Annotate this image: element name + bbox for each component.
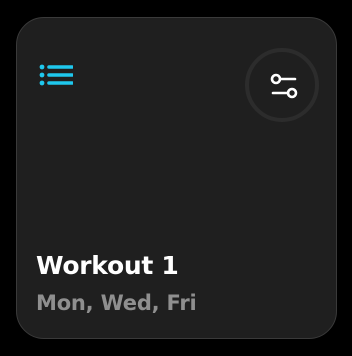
list-icon[interactable]	[39, 64, 74, 92]
sliders-icon	[270, 73, 298, 99]
workout-title: Workout 1	[36, 251, 179, 280]
workout-card[interactable]: Workout 1 Mon, Wed, Fri	[16, 17, 337, 339]
workout-schedule: Mon, Wed, Fri	[36, 291, 197, 315]
filter-button[interactable]	[245, 48, 319, 122]
